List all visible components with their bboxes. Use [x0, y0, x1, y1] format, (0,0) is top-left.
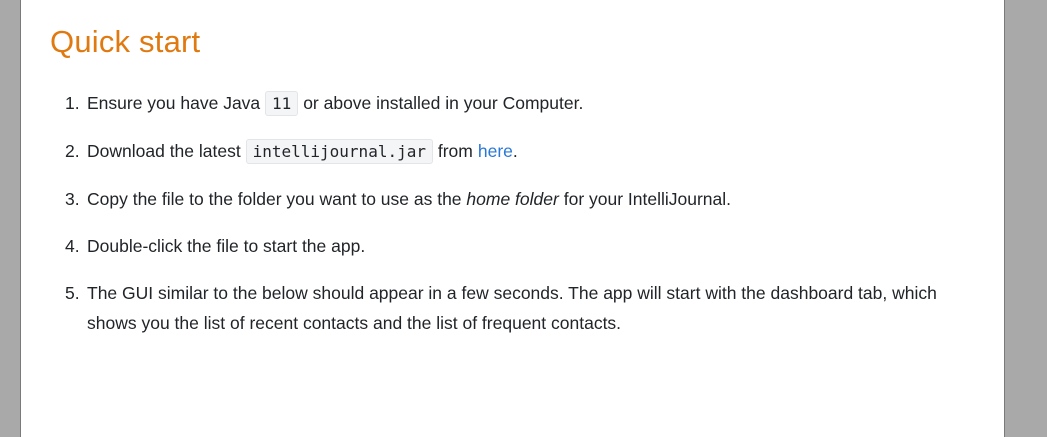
step-number: 1. [65, 93, 80, 113]
list-item-step-4: 4. Double-click the file to start the ap… [65, 231, 985, 261]
step-text: for your IntelliJournal. [563, 189, 732, 209]
document-page: Quick start 1. Ensure you have Java 11 o… [20, 0, 1005, 437]
steps-list: 1. Ensure you have Java 11 or above inst… [65, 88, 985, 355]
step-text: or above installed in your Computer. [303, 93, 584, 113]
list-item-step-5: 5. The GUI similar to the below should a… [65, 278, 985, 338]
list-item-step-2: 2. Download the latest intellijournal.ja… [65, 136, 985, 167]
step-text: Double-click the file to start the app. [87, 236, 366, 256]
step-number: 2. [65, 141, 80, 161]
step-number: 3. [65, 189, 80, 209]
step-text: Ensure you have Java [87, 93, 261, 113]
inline-code-jar-file: intellijournal.jar [245, 139, 433, 164]
download-link[interactable]: here [478, 141, 513, 161]
step-text: from [437, 141, 473, 161]
list-item-step-3: 3. Copy the file to the folder you want … [65, 184, 985, 214]
step-text: The GUI similar to the below should appe… [87, 283, 937, 333]
step-number: 5. [65, 283, 80, 303]
list-item-step-1: 1. Ensure you have Java 11 or above inst… [65, 88, 985, 119]
inline-code-java-version: 11 [265, 91, 299, 116]
step-text: Download the latest [87, 141, 241, 161]
step-text: . [512, 141, 518, 161]
step-text: Copy the file to the folder you want to … [87, 189, 462, 209]
page-title: Quick start [50, 24, 201, 59]
emphasis-home-folder: home folder [466, 189, 559, 209]
step-number: 4. [65, 236, 80, 256]
